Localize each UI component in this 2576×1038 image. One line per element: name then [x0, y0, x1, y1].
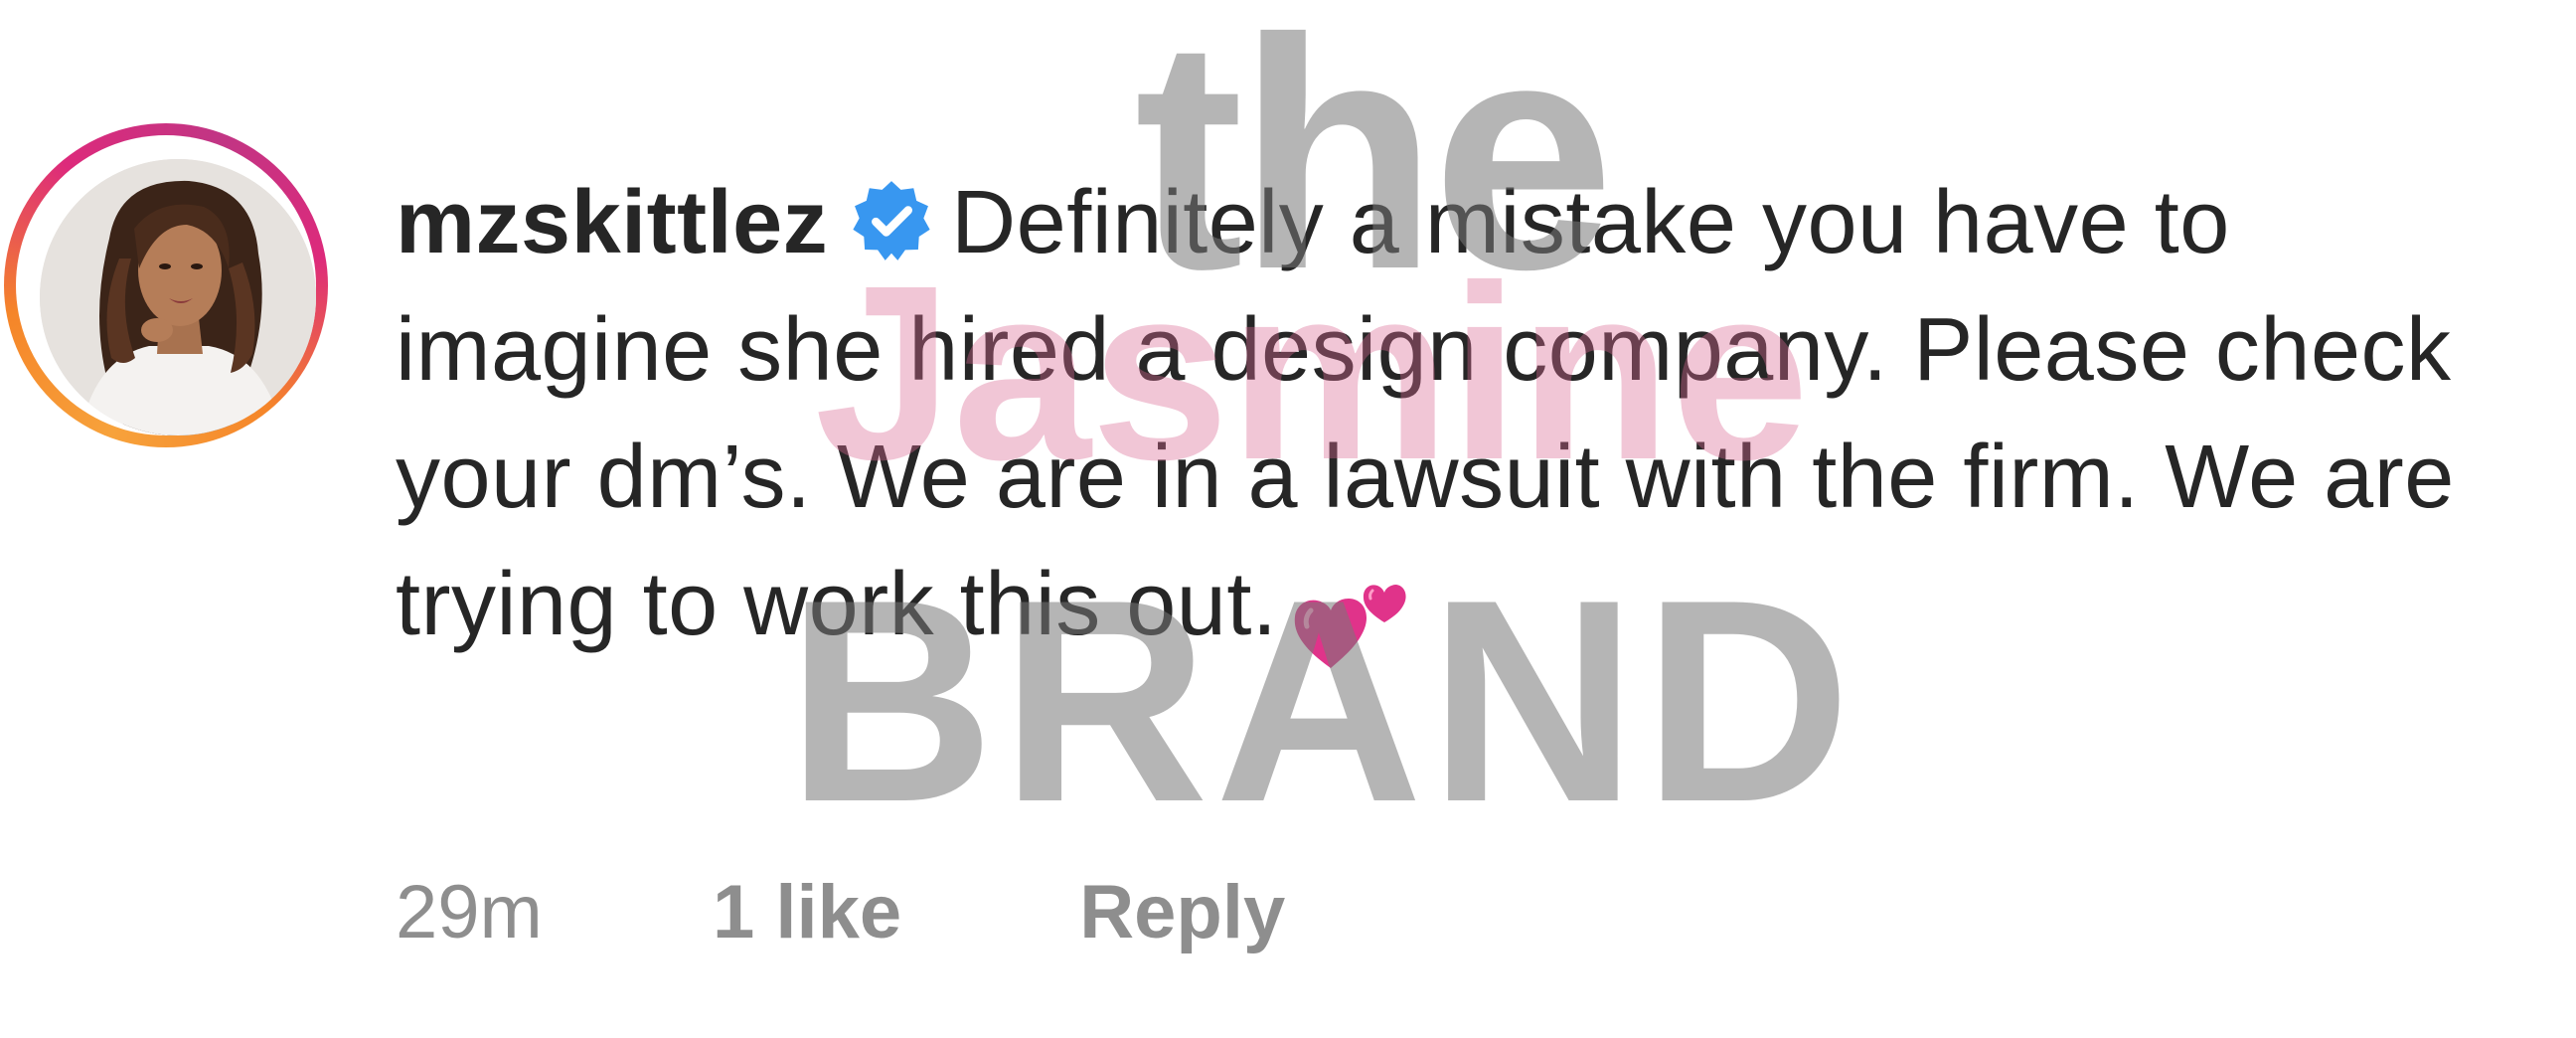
reply-button[interactable]: Reply	[1079, 863, 1285, 962]
username-link[interactable]: mzskittlez	[396, 173, 828, 272]
verified-badge-icon	[850, 179, 933, 262]
timestamp: 29m	[396, 870, 543, 954]
two-hearts-emoji	[1291, 565, 1410, 674]
story-ring[interactable]	[4, 123, 328, 447]
comment-item: mzskittlez Definitely a mistake you have …	[0, 0, 2576, 1038]
avatar[interactable]	[40, 159, 316, 435]
like-count[interactable]: 1 like	[713, 863, 901, 962]
comment-actions: 29m 1 like Reply	[396, 863, 1285, 962]
comment-body: mzskittlez Definitely a mistake you have …	[396, 159, 2532, 674]
profile-avatar-image	[40, 159, 316, 435]
